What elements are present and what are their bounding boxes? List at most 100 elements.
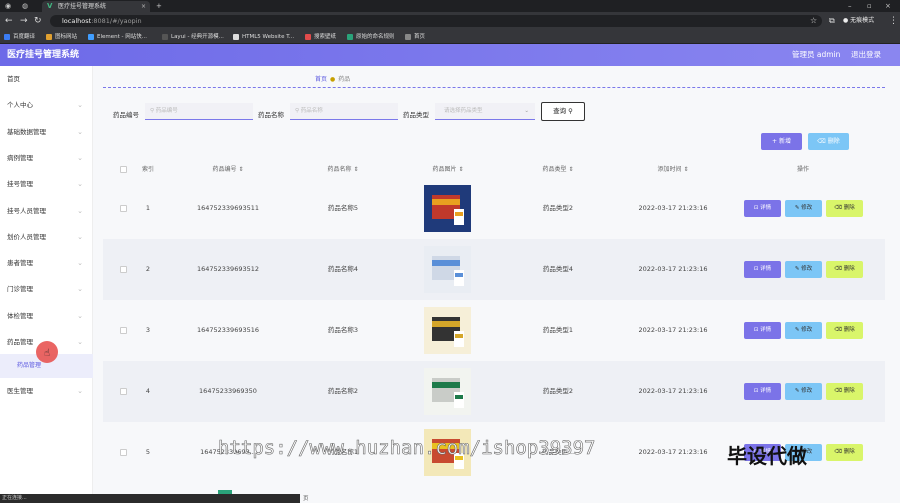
header-name[interactable]: 药品名称 ⇕ xyxy=(303,161,383,178)
profile-badge[interactable]: ● 无痕模式 xyxy=(843,15,874,27)
browser-menu-icon[interactable]: ◉ xyxy=(5,0,11,12)
sidebar-item[interactable]: 挂号人员管理 ⌄ xyxy=(0,198,93,224)
url-input[interactable]: localhost:8081/#/yaopin xyxy=(50,15,822,27)
row-checkbox[interactable] xyxy=(120,266,127,273)
sidebar-item[interactable]: 病例管理 ⌄ xyxy=(0,145,93,171)
sidebar-item[interactable]: 患者管理 ⌄ xyxy=(0,250,93,276)
bookmark-item[interactable]: 搜索壁纸 xyxy=(305,32,336,42)
breadcrumb-home[interactable]: 首页 xyxy=(315,76,327,83)
cell-code: 16475233969350 xyxy=(199,387,257,395)
bookmark-item[interactable]: Element - 网站快... xyxy=(88,32,147,42)
sidebar-item[interactable]: 挂号管理 ⌄ xyxy=(0,171,93,197)
sidebar-item[interactable]: 基础数据管理 ⌄ xyxy=(0,119,93,145)
table-row[interactable]: 3 164752339693516 药品名称3 药品类型1 2022-03-17 21:… xyxy=(103,300,885,361)
bookmark-icon xyxy=(347,34,353,40)
bookmark-icon xyxy=(4,34,10,40)
header-pic-label: 药品图片 xyxy=(432,166,457,173)
type-select[interactable]: 请选择药品类型 ⌄ xyxy=(435,103,535,120)
name-search-input[interactable]: ⚲ 药品名称 xyxy=(290,103,398,120)
edit-button[interactable]: ✎ 修改 xyxy=(785,261,822,278)
bookmark-icon xyxy=(46,34,52,40)
detail-button-label: 详情 xyxy=(760,205,772,211)
github-icon[interactable]: ◍ xyxy=(22,0,28,12)
detail-button-label: 详情 xyxy=(760,327,772,333)
delete-button[interactable]: ⌫ 删除 xyxy=(826,261,863,278)
chevron-down-icon: ⌄ xyxy=(77,153,83,162)
edit-button[interactable]: ✎ 修改 xyxy=(785,383,822,400)
star-icon[interactable]: ☆ xyxy=(810,15,817,27)
edit-button-label: 修改 xyxy=(801,205,813,211)
cell-index: 5 xyxy=(145,448,151,456)
reload-icon[interactable]: ↻ xyxy=(34,15,42,27)
extension-icon[interactable]: ⧉ xyxy=(829,15,835,27)
forward-icon[interactable]: → xyxy=(20,15,28,27)
bookmark-item[interactable]: Layui - 经典开源模... xyxy=(162,32,224,42)
delete-button[interactable]: ⌫ 删除 xyxy=(826,444,863,461)
cell-type: 药品类型2 xyxy=(542,387,574,395)
header-type-label: 药品类型 xyxy=(542,166,567,173)
bookmark-item[interactable]: 首页 xyxy=(405,32,425,42)
watermark-text: 毕设代做 xyxy=(727,444,807,468)
table-row[interactable]: 2 164752339693512 药品名称4 药品类型4 2022-03-17 21:… xyxy=(103,239,885,300)
browser-tab[interactable]: V 医疗挂号管理系统 × xyxy=(42,1,150,12)
divider xyxy=(103,87,885,88)
bookmark-item[interactable]: HTML5 Website T... xyxy=(233,32,294,42)
row-checkbox[interactable] xyxy=(120,327,127,334)
type-placeholder: 请选择药品类型 xyxy=(444,108,483,114)
batch-delete-button[interactable]: ⌫ 删除 xyxy=(808,133,849,150)
close-icon[interactable]: × xyxy=(141,1,146,12)
sidebar-item[interactable]: 个人中心 ⌄ xyxy=(0,92,93,118)
row-checkbox[interactable] xyxy=(120,449,127,456)
detail-button[interactable]: ⊡ 详情 xyxy=(744,383,781,400)
add-button[interactable]: + 新增 xyxy=(761,133,802,150)
bookmark-icon xyxy=(405,34,411,40)
chevron-down-icon: ⌄ xyxy=(77,101,83,110)
back-icon[interactable]: ← xyxy=(5,15,13,27)
bookmark-item[interactable]: 图标网站 xyxy=(46,32,77,42)
detail-button[interactable]: ⊡ 详情 xyxy=(744,200,781,217)
sidebar-item[interactable]: 划价人员管理 ⌄ xyxy=(0,224,93,250)
bookmark-item[interactable]: 百度翻译 xyxy=(4,32,35,42)
trash-icon: ⌫ xyxy=(834,205,844,211)
detail-button[interactable]: ⊡ 详情 xyxy=(744,261,781,278)
sidebar-item[interactable]: 体检管理 ⌄ xyxy=(0,303,93,329)
search-button[interactable]: 查询 ⚲ xyxy=(541,102,585,121)
header-time[interactable]: 添加时间 ⇕ xyxy=(633,161,713,178)
sort-icon: ⇕ xyxy=(683,166,689,173)
sort-icon: ⇕ xyxy=(458,166,464,173)
select-all-checkbox[interactable] xyxy=(120,166,127,173)
cell-time: 2022-03-17 21:23:16 xyxy=(638,387,708,395)
code-search-input[interactable]: ⚲ 药品编号 xyxy=(145,103,253,120)
row-checkbox[interactable] xyxy=(120,205,127,212)
delete-button[interactable]: ⌫ 删除 xyxy=(826,200,863,217)
sidebar-item-label: 个人中心 xyxy=(7,101,33,110)
sidebar-item-label: 基础数据管理 xyxy=(7,127,46,136)
minimize-icon[interactable]: – xyxy=(848,0,852,12)
table-row[interactable]: 4 16475233969350 药品名称2 药品类型2 2022-03-17 21:2… xyxy=(103,361,885,422)
header-code[interactable]: 药品编号 ⇕ xyxy=(188,161,268,178)
edit-button[interactable]: ✎ 修改 xyxy=(785,322,822,339)
edit-button[interactable]: ✎ 修改 xyxy=(785,200,822,217)
hand-cursor-icon: ☝ xyxy=(44,348,51,359)
sidebar-item[interactable]: 门诊管理 ⌄ xyxy=(0,276,93,302)
header-type[interactable]: 药品类型 ⇕ xyxy=(518,161,598,178)
cell-name: 药品名称4 xyxy=(327,265,359,273)
more-icon[interactable]: ⋮ xyxy=(889,15,898,27)
row-checkbox[interactable] xyxy=(120,388,127,395)
sidebar-item[interactable]: 首页 xyxy=(0,66,93,92)
header-pic[interactable]: 药品图片 ⇕ xyxy=(408,161,488,178)
bookmark-label: 首页 xyxy=(414,34,426,40)
maximize-icon[interactable]: ▫ xyxy=(867,0,872,12)
chevron-down-icon: ⌄ xyxy=(77,311,83,320)
sidebar-item[interactable]: 医生管理 ⌄ xyxy=(0,378,93,404)
delete-button[interactable]: ⌫ 删除 xyxy=(826,322,863,339)
detail-button[interactable]: ⊡ 详情 xyxy=(744,322,781,339)
window-close-icon[interactable]: × xyxy=(885,0,891,12)
table-row[interactable]: 1 164752339693511 药品名称5 药品类型2 2022-03-17 21:… xyxy=(103,178,885,239)
bookmark-item[interactable]: 原始的命名规则 xyxy=(347,32,395,42)
delete-button[interactable]: ⌫ 删除 xyxy=(826,383,863,400)
app-header: 医疗挂号管理系统 管理员 admin 退出登录 xyxy=(0,44,900,66)
cell-index: 3 xyxy=(145,326,151,334)
new-tab-icon[interactable]: + xyxy=(156,0,162,12)
logout-link[interactable]: 退出登录 xyxy=(851,44,881,66)
